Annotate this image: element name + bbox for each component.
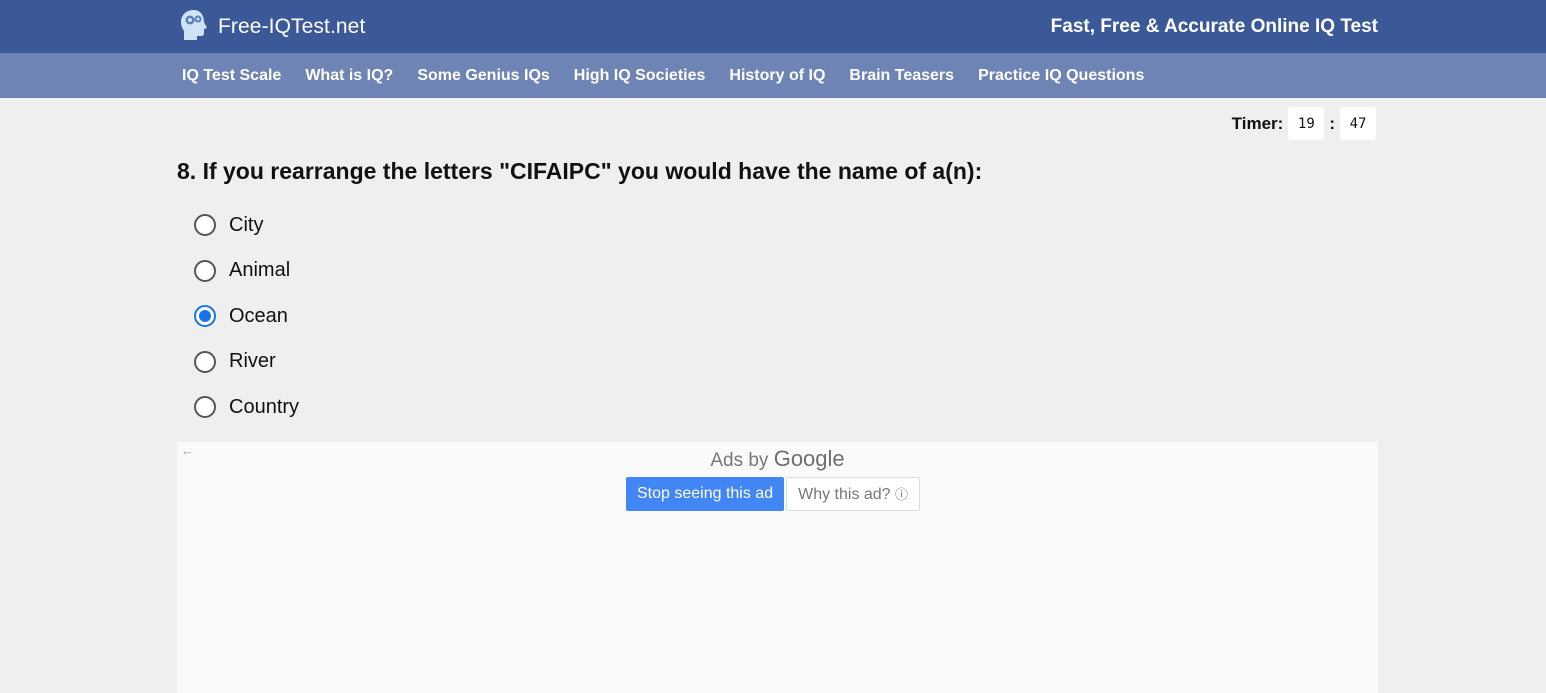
option-river[interactable]: River [194, 347, 299, 377]
answer-options: City Animal Ocean River Country [194, 210, 299, 438]
timer-label: Timer: [1231, 113, 1284, 133]
option-label: Country [229, 395, 300, 418]
radio-city[interactable] [194, 214, 216, 236]
option-label: River [229, 350, 276, 373]
option-label: Animal [229, 259, 291, 282]
info-icon: ⓘ [895, 487, 909, 502]
timer-minutes: 19 [1288, 107, 1325, 140]
radio-river[interactable] [194, 350, 216, 373]
timer: Timer: 19 : 47 [1232, 107, 1376, 140]
nav-brain-teasers[interactable]: Brain Teasers [849, 67, 954, 85]
nav-practice-iq-questions[interactable]: Practice IQ Questions [978, 67, 1144, 85]
site-header: Free-IQTest.net Fast, Free & Accurate On… [0, 0, 1546, 53]
radio-ocean-selected[interactable] [194, 305, 216, 328]
main-nav-bar: IQ Test Scale What is IQ? Some Genius IQ… [0, 53, 1546, 98]
head-with-gears-icon [178, 8, 210, 47]
option-city[interactable]: City [194, 210, 299, 240]
option-country[interactable]: Country [194, 392, 299, 422]
timer-separator: : [1329, 113, 1335, 133]
nav-what-is-iq[interactable]: What is IQ? [305, 67, 393, 85]
stop-seeing-ad-button[interactable]: Stop seeing this ad [626, 477, 785, 511]
nav-high-iq-societies[interactable]: High IQ Societies [574, 67, 706, 85]
ads-by-google: Ads by Google [177, 446, 1378, 472]
nav-some-genius-iqs[interactable]: Some Genius IQs [417, 67, 549, 85]
why-this-ad-button[interactable]: Why this ad? ⓘ [786, 477, 921, 511]
why-this-ad-label: Why this ad? [798, 486, 891, 503]
nav-iq-test-scale[interactable]: IQ Test Scale [182, 67, 281, 85]
radio-country[interactable] [194, 396, 216, 419]
option-label: City [229, 213, 264, 236]
ad-feedback-buttons: Stop seeing this ad Why this ad? ⓘ [626, 477, 921, 511]
site-title: Free-IQTest.net [218, 15, 366, 38]
ads-by-label: Ads by [710, 450, 769, 471]
option-label: Ocean [229, 304, 288, 327]
question-text: 8. If you rearrange the letters "CIFAIPC… [177, 158, 983, 184]
ad-container: ← Ads by Google Stop seeing this ad Why … [177, 442, 1378, 693]
option-animal[interactable]: Animal [194, 256, 299, 286]
site-logo-link[interactable]: Free-IQTest.net [178, 9, 365, 45]
google-logo: Google [773, 446, 845, 471]
nav-history-of-iq[interactable]: History of IQ [729, 67, 825, 85]
radio-animal[interactable] [194, 259, 216, 282]
timer-seconds: 47 [1340, 107, 1376, 140]
site-tagline: Fast, Free & Accurate Online IQ Test [1050, 16, 1378, 37]
main-nav: IQ Test Scale What is IQ? Some Genius IQ… [182, 53, 1144, 98]
option-ocean[interactable]: Ocean [194, 301, 299, 331]
